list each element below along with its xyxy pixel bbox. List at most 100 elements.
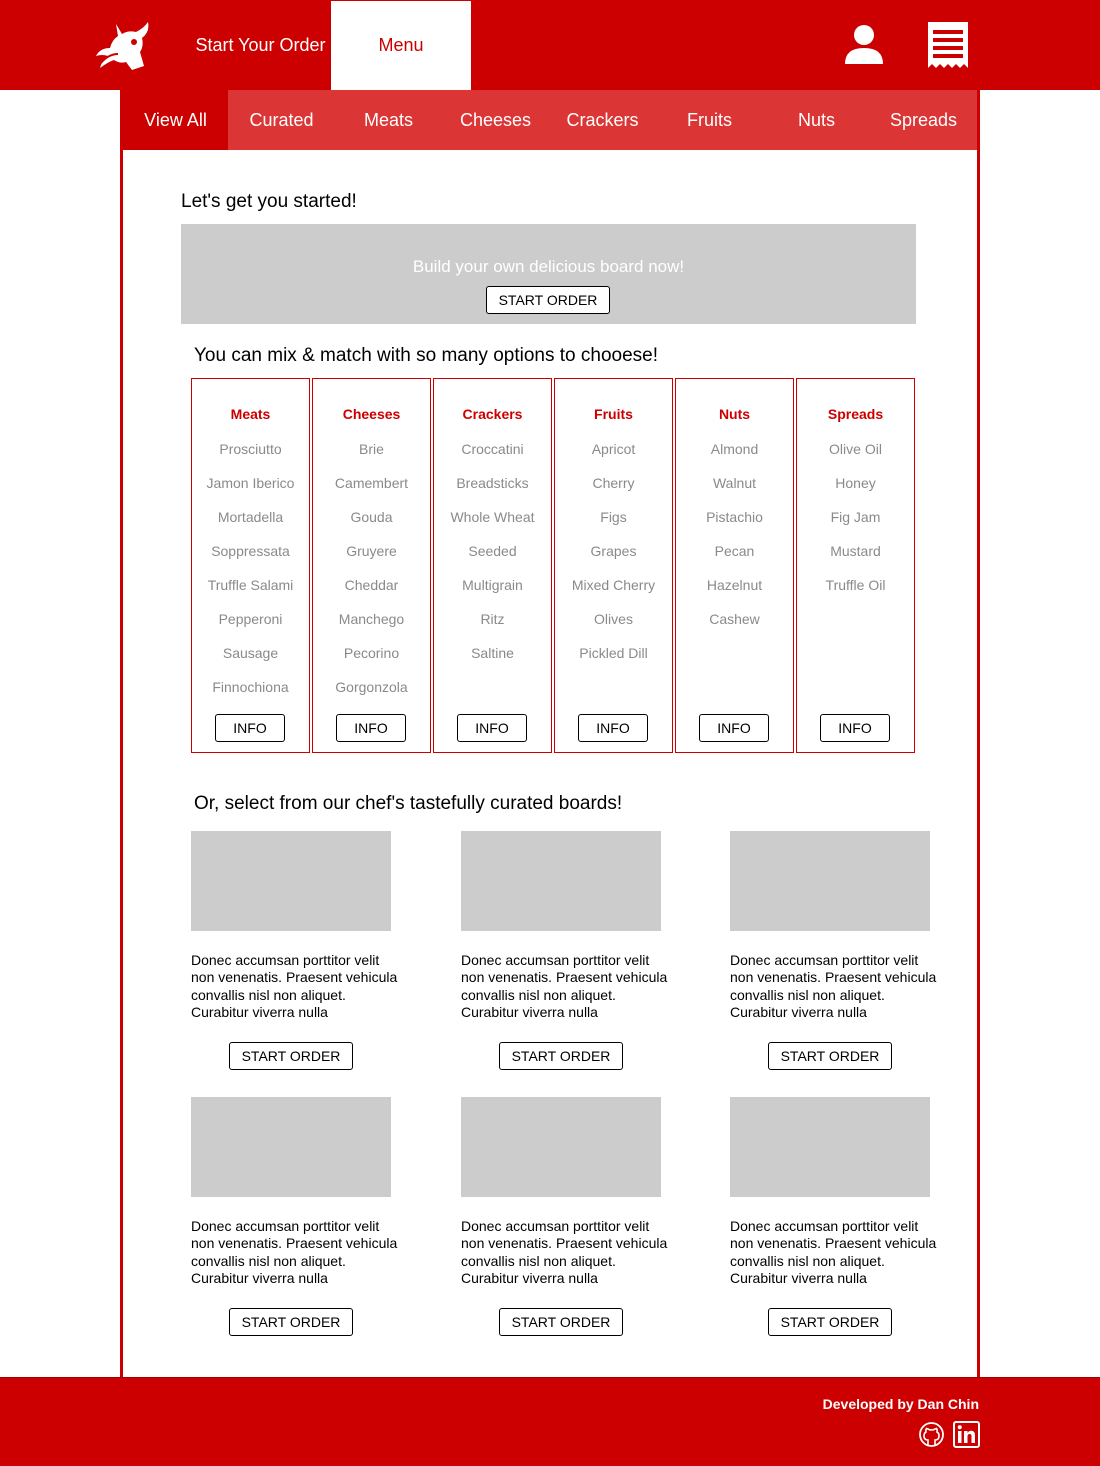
info-button[interactable]: INFO bbox=[215, 714, 285, 742]
column-title: Nuts bbox=[718, 406, 751, 422]
ingredient-item: Figs bbox=[600, 509, 627, 525]
linkedin-icon[interactable] bbox=[953, 1421, 980, 1448]
tab-spreads[interactable]: Spreads bbox=[870, 90, 977, 150]
ingredient-item: Pecan bbox=[714, 543, 755, 559]
column-title: Spreads bbox=[827, 406, 884, 422]
section-heading-started: Let's get you started! bbox=[181, 191, 357, 212]
column-title: Fruits bbox=[594, 406, 633, 422]
ingredient-item: Pistachio bbox=[706, 509, 763, 525]
board-description: Donec accumsan porttitor velit non venen… bbox=[191, 952, 398, 1020]
start-order-button[interactable]: START ORDER bbox=[499, 1308, 623, 1336]
curated-board-card: Donec accumsan porttitor velit non venen… bbox=[191, 831, 397, 1071]
ingredient-item: Multigrain bbox=[462, 577, 523, 593]
footer: Developed by Dan Chin bbox=[0, 1377, 1100, 1466]
ingredient-item: Saltine bbox=[471, 645, 514, 661]
ingredient-item: Cashew bbox=[709, 611, 760, 627]
ingredient-item: Truffle Salami bbox=[207, 577, 294, 593]
ingredient-column-nuts: Nuts Almond Walnut Pistachio Pecan Hazelnut Ca… bbox=[675, 378, 794, 753]
ingredient-item: Soppressata bbox=[211, 543, 290, 559]
board-image-placeholder bbox=[461, 831, 661, 931]
bull-logo-icon[interactable] bbox=[94, 20, 152, 72]
column-title: Meats bbox=[230, 406, 271, 422]
ingredient-column-spreads: Spreads Olive Oil Honey Fig Jam Mustard Truff… bbox=[796, 378, 915, 753]
ingredient-item: Mortadella bbox=[217, 509, 284, 525]
column-title: Crackers bbox=[462, 406, 523, 422]
ingredient-item: Almond bbox=[710, 441, 759, 457]
ingredient-list: Apricot Cherry Figs Grapes Mixed Cherry Olive… bbox=[555, 441, 672, 679]
tab-fruits[interactable]: Fruits bbox=[656, 90, 763, 150]
ingredient-item: Olive Oil bbox=[829, 441, 882, 457]
ingredient-item: Apricot bbox=[591, 441, 636, 457]
ingredient-item: Brie bbox=[359, 441, 384, 457]
category-tabs: View All Curated Meats Cheeses Crackers … bbox=[123, 90, 977, 150]
board-description: Donec accumsan porttitor velit non venen… bbox=[730, 1218, 937, 1286]
board-description: Donec accumsan porttitor velit non venen… bbox=[461, 952, 668, 1020]
board-image-placeholder bbox=[730, 1097, 930, 1197]
ingredient-columns: Meats Prosciutto Jamon Iberico Mortadella So… bbox=[191, 378, 916, 753]
ingredient-column-meats: Meats Prosciutto Jamon Iberico Mortadella So… bbox=[191, 378, 310, 753]
ingredient-item: Seeded bbox=[468, 543, 517, 559]
tab-cheeses[interactable]: Cheeses bbox=[442, 90, 549, 150]
ingredient-item: Honey bbox=[835, 475, 876, 491]
tab-meats[interactable]: Meats bbox=[335, 90, 442, 150]
column-title: Cheeses bbox=[342, 406, 401, 422]
curated-board-card: Donec accumsan porttitor velit non venen… bbox=[461, 831, 667, 1071]
github-icon[interactable] bbox=[918, 1421, 945, 1448]
ingredient-item: Cheddar bbox=[344, 577, 399, 593]
ingredient-item: Sausage bbox=[222, 645, 279, 661]
info-button[interactable]: INFO bbox=[699, 714, 769, 742]
ingredient-item: Hazelnut bbox=[706, 577, 763, 593]
start-order-button[interactable]: START ORDER bbox=[486, 286, 610, 314]
ingredient-item: Pickled Dill bbox=[579, 645, 648, 661]
board-description: Donec accumsan porttitor velit non venen… bbox=[730, 952, 937, 1020]
board-description: Donec accumsan porttitor velit non venen… bbox=[191, 1218, 398, 1286]
ingredient-item: Mustard bbox=[830, 543, 881, 559]
info-button[interactable]: INFO bbox=[578, 714, 648, 742]
board-image-placeholder bbox=[730, 831, 930, 931]
ingredient-column-cheeses: Cheeses Brie Camembert Gouda Gruyere Cheddar M… bbox=[312, 378, 431, 753]
board-image-placeholder bbox=[191, 831, 391, 931]
ingredient-list: Croccatini Breadsticks Whole Wheat Seeded Mu… bbox=[434, 441, 551, 679]
info-button[interactable]: INFO bbox=[820, 714, 890, 742]
info-button[interactable]: INFO bbox=[336, 714, 406, 742]
ingredient-item: Croccatini bbox=[461, 441, 524, 457]
start-order-button[interactable]: START ORDER bbox=[768, 1042, 892, 1070]
tab-nuts[interactable]: Nuts bbox=[763, 90, 870, 150]
start-order-button[interactable]: START ORDER bbox=[499, 1042, 623, 1070]
ingredient-item: Gouda bbox=[350, 509, 393, 525]
ingredient-item: Manchego bbox=[338, 611, 405, 627]
tab-crackers[interactable]: Crackers bbox=[549, 90, 656, 150]
curated-board-card: Donec accumsan porttitor velit non venen… bbox=[191, 1097, 397, 1337]
tab-curated[interactable]: Curated bbox=[228, 90, 335, 150]
ingredient-item: Prosciutto bbox=[219, 441, 282, 457]
ingredient-item: Cherry bbox=[592, 475, 635, 491]
ingredient-item: Truffle Oil bbox=[825, 577, 886, 593]
ingredient-item: Olives bbox=[594, 611, 633, 627]
ingredient-list: Brie Camembert Gouda Gruyere Cheddar Manchego… bbox=[313, 441, 430, 713]
ingredient-column-crackers: Crackers Croccatini Breadsticks Whole Wheat… bbox=[433, 378, 552, 753]
ingredient-item: Ritz bbox=[480, 611, 505, 627]
receipt-icon[interactable] bbox=[928, 22, 968, 68]
top-navbar: Start Your Order Menu bbox=[0, 0, 1100, 90]
ingredient-item: Breadsticks bbox=[456, 475, 529, 491]
start-order-button[interactable]: START ORDER bbox=[768, 1308, 892, 1336]
user-icon[interactable] bbox=[844, 24, 884, 66]
curated-board-card: Donec accumsan porttitor velit non venen… bbox=[730, 831, 936, 1071]
board-description: Donec accumsan porttitor velit non venen… bbox=[461, 1218, 668, 1286]
ingredient-list: Almond Walnut Pistachio Pecan Hazelnut Cashew bbox=[676, 441, 793, 645]
ingredient-item: Pepperoni bbox=[218, 611, 283, 627]
ingredient-list: Olive Oil Honey Fig Jam Mustard Truffle Oil bbox=[797, 441, 914, 611]
start-order-button[interactable]: START ORDER bbox=[229, 1308, 353, 1336]
developer-credit: Developed by Dan Chin bbox=[822, 1396, 979, 1412]
ingredient-item: Walnut bbox=[712, 475, 757, 491]
ingredient-item: Whole Wheat bbox=[450, 509, 535, 525]
section-heading-mix: You can mix & match with so many options… bbox=[194, 345, 658, 366]
start-order-button[interactable]: START ORDER bbox=[229, 1042, 353, 1070]
nav-menu[interactable]: Menu bbox=[331, 1, 471, 90]
tab-view-all[interactable]: View All bbox=[123, 90, 228, 150]
build-board-banner: Build your own delicious board now! STAR… bbox=[181, 224, 916, 324]
ingredient-item: Grapes bbox=[590, 543, 637, 559]
info-button[interactable]: INFO bbox=[457, 714, 527, 742]
nav-start-your-order[interactable]: Start Your Order bbox=[190, 0, 331, 90]
ingredient-item: Jamon Iberico bbox=[206, 475, 295, 491]
